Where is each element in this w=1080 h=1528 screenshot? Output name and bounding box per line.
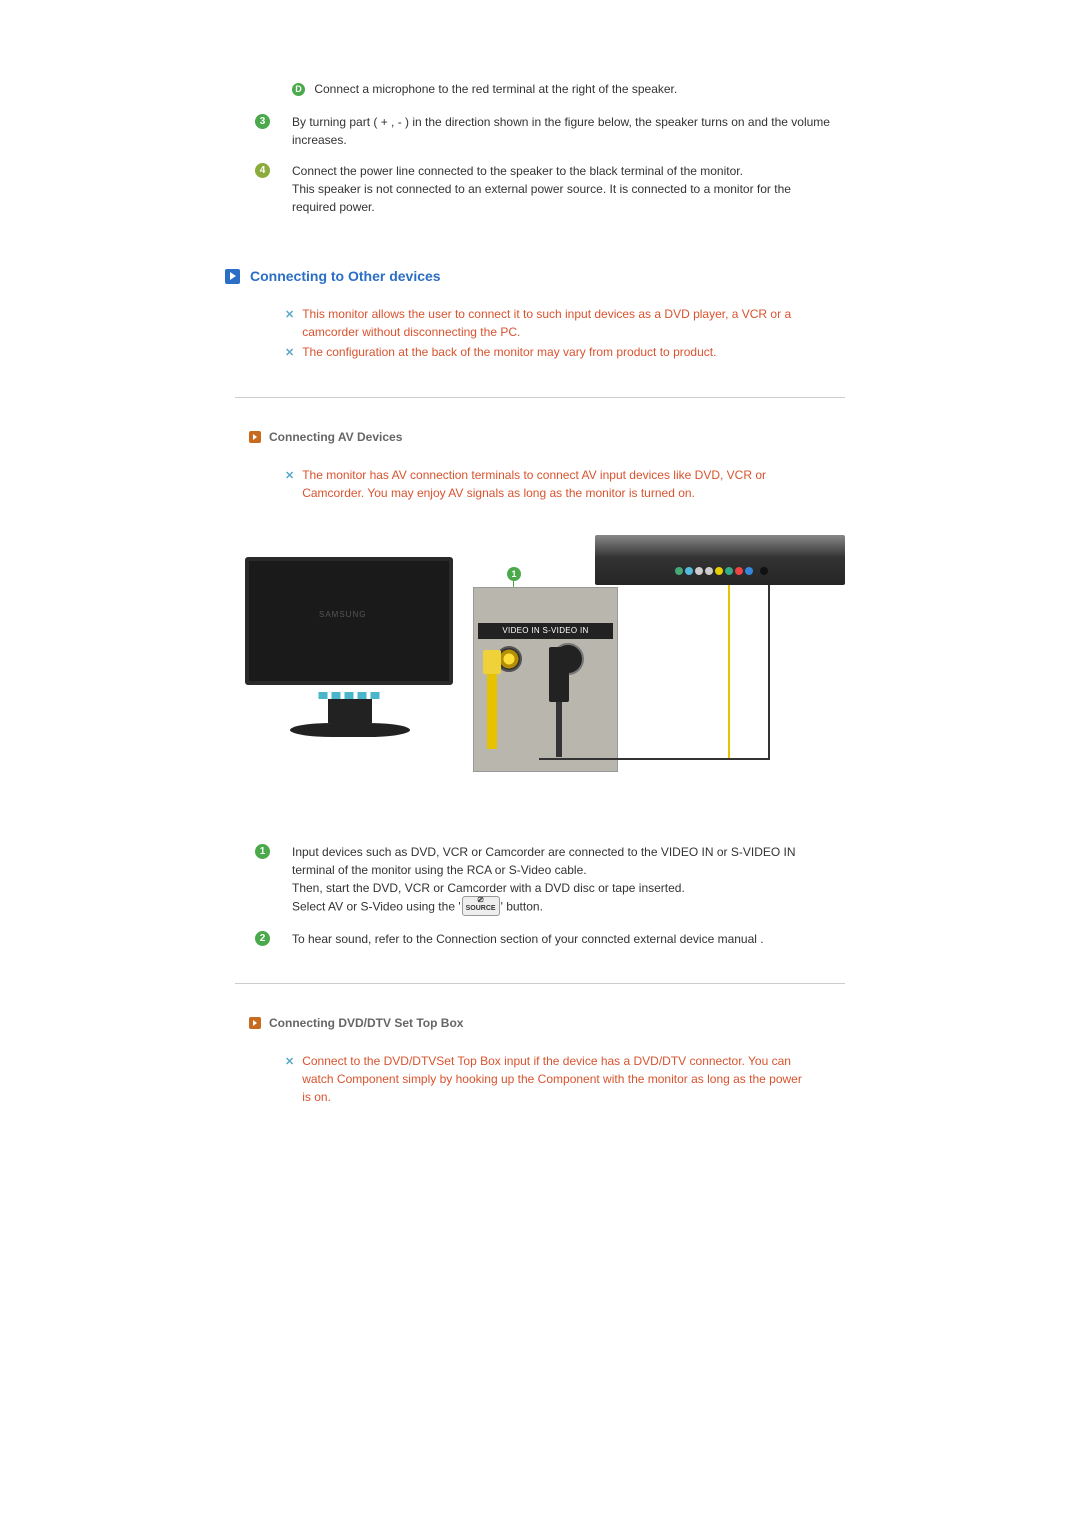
av-instruction-list: 1 Input devices such as DVD, VCR or Camc…	[255, 842, 835, 949]
item-1-text: Input devices such as DVD, VCR or Camcor…	[292, 842, 835, 918]
source-button-icon: SOURCE	[462, 896, 500, 917]
note-bullet-icon: ✕	[285, 466, 294, 502]
item-3-text: By turning part ( + , - ) in the directi…	[292, 112, 835, 149]
section-notes: ✕ This monitor allows the user to connec…	[285, 305, 805, 362]
item-1c-pre: Select AV or S-Video using the '	[292, 899, 461, 913]
monitor-stand-neck	[328, 699, 372, 723]
document-page: D Connect a microphone to the red termin…	[135, 0, 945, 1326]
intro-numbered-list: 3 By turning part ( + , - ) in the direc…	[255, 112, 835, 216]
sub-arrow-icon	[249, 431, 261, 443]
section-title: Connecting to Other devices	[250, 266, 441, 287]
section-arrow-icon	[225, 269, 240, 284]
sub-arrow-icon	[249, 1017, 261, 1029]
note-item: ✕ The monitor has AV connection terminal…	[285, 466, 805, 502]
item-1b: Then, start the DVD, VCR or Camcorder wi…	[292, 879, 835, 897]
marker-d-icon: D	[292, 83, 305, 96]
marker-3-icon: 3	[255, 114, 270, 129]
item-1c: Select AV or S-Video using the 'SOURCE' …	[292, 897, 835, 918]
list-item-2: 2 To hear sound, refer to the Connection…	[255, 929, 835, 948]
note-item: ✕ The configuration at the back of the m…	[285, 343, 805, 362]
av-panel-label: VIDEO IN S-VIDEO IN	[478, 623, 613, 639]
divider	[235, 983, 845, 984]
section-other-devices-header: Connecting to Other devices	[225, 266, 945, 287]
av-connection-diagram: SAMSUNG 1 VIDEO IN S-VIDEO IN	[235, 532, 845, 782]
item-4-text: Connect the power line connected to the …	[292, 161, 835, 216]
callout-1-icon: 1	[507, 567, 521, 581]
av-note: ✕ The monitor has AV connection terminal…	[285, 466, 805, 502]
svideo-cable-line	[768, 585, 770, 760]
monitor-buttons	[319, 692, 380, 699]
rca-cable	[487, 674, 497, 749]
note-bullet-icon: ✕	[285, 343, 294, 362]
svideo-plug	[549, 647, 569, 702]
marker-4-icon: 4	[255, 163, 270, 178]
device-ports	[675, 562, 768, 580]
note-text: Connect to the DVD/DTVSet Top Box input …	[302, 1052, 805, 1106]
svideo-cable	[556, 702, 562, 757]
note-item: ✕ This monitor allows the user to connec…	[285, 305, 805, 341]
monitor-stand-base	[290, 723, 410, 737]
list-item-3: 3 By turning part ( + , - ) in the direc…	[255, 112, 835, 149]
list-item-1: 1 Input devices such as DVD, VCR or Camc…	[255, 842, 835, 918]
note-bullet-icon: ✕	[285, 305, 294, 341]
subsection-title: Connecting AV Devices	[269, 428, 402, 446]
item-d-text: Connect a microphone to the red terminal…	[314, 82, 677, 96]
subsection-av-header: Connecting AV Devices	[249, 428, 945, 446]
note-bullet-icon: ✕	[285, 1052, 294, 1106]
external-device	[595, 535, 845, 585]
note-text: The configuration at the back of the mon…	[302, 343, 805, 362]
video-cable-line	[728, 585, 730, 760]
note-text: This monitor allows the user to connect …	[302, 305, 805, 341]
rca-plug	[483, 650, 501, 674]
item-1a: Input devices such as DVD, VCR or Camcor…	[292, 843, 835, 879]
monitor-illustration: SAMSUNG	[245, 557, 455, 732]
list-item-4: 4 Connect the power line connected to th…	[255, 161, 835, 216]
dvd-note: ✕ Connect to the DVD/DTVSet Top Box inpu…	[285, 1052, 805, 1106]
item-2-text: To hear sound, refer to the Connection s…	[292, 929, 835, 948]
monitor-logo: SAMSUNG	[319, 609, 366, 621]
marker-1-icon: 1	[255, 844, 270, 859]
subsection-title: Connecting DVD/DTV Set Top Box	[269, 1014, 463, 1032]
divider	[235, 397, 845, 398]
list-item-d: D Connect a microphone to the red termin…	[292, 80, 835, 98]
note-item: ✕ Connect to the DVD/DTVSet Top Box inpu…	[285, 1052, 805, 1106]
marker-2-icon: 2	[255, 931, 270, 946]
monitor-screen: SAMSUNG	[245, 557, 453, 685]
note-text: The monitor has AV connection terminals …	[302, 466, 805, 502]
subsection-dvd-header: Connecting DVD/DTV Set Top Box	[249, 1014, 945, 1032]
item-1c-post: ' button.	[501, 899, 543, 913]
